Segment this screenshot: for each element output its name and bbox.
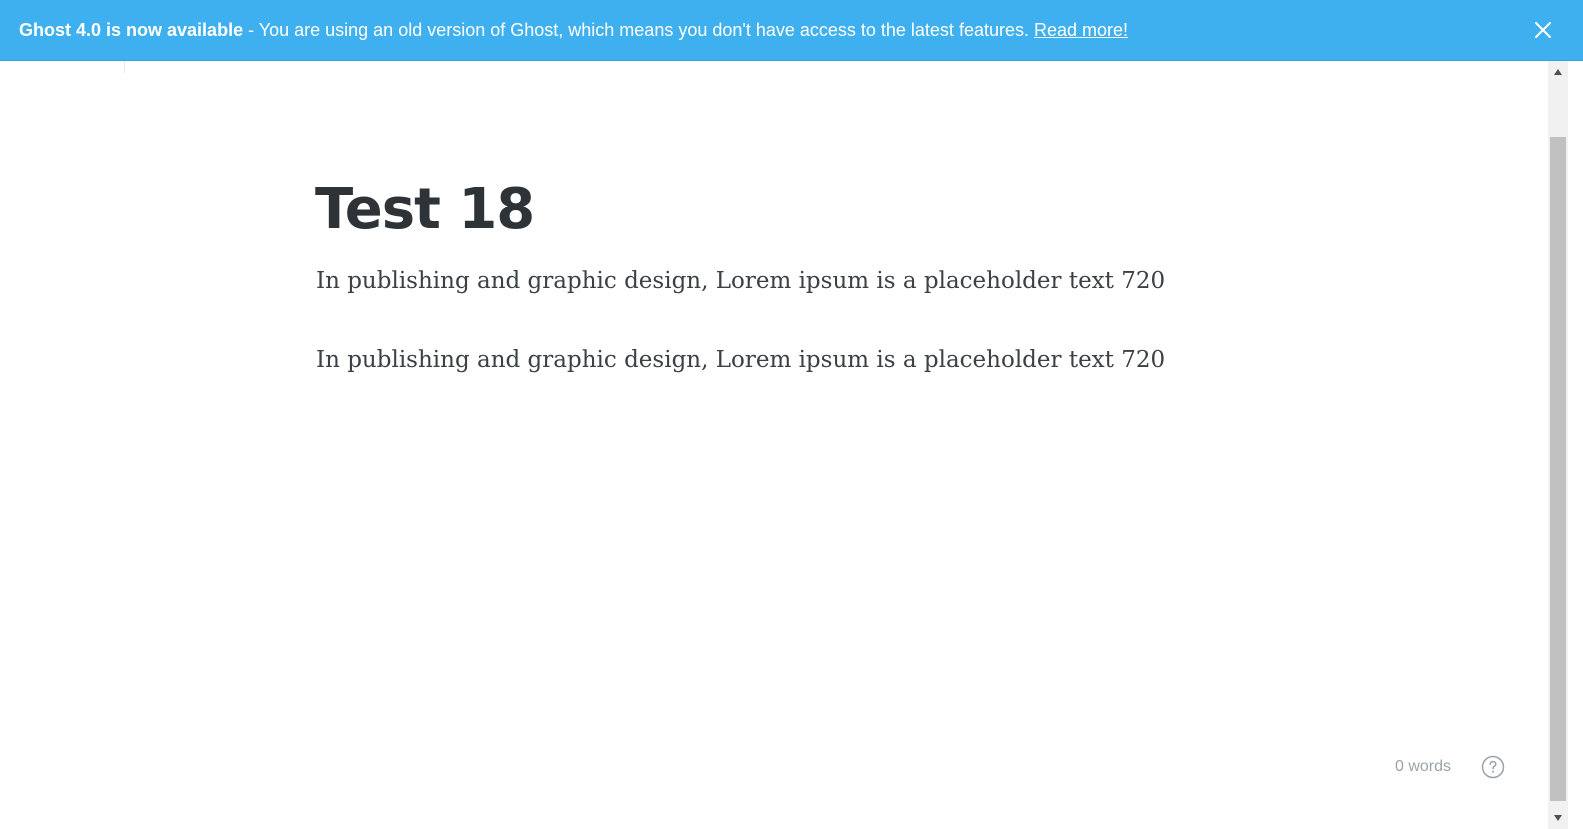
post-paragraph[interactable]: In publishing and graphic design, Lorem … — [316, 347, 1165, 373]
close-banner-button[interactable] — [1533, 20, 1553, 40]
question-mark-icon — [1481, 755, 1505, 779]
read-more-link[interactable]: Read more! — [1034, 20, 1128, 41]
post-title[interactable]: Test 18 — [315, 177, 535, 242]
window-edge — [1568, 61, 1583, 829]
banner-message: - You are using an old version of Ghost,… — [243, 19, 1029, 40]
post-paragraph[interactable]: In publishing and graphic design, Lorem … — [316, 268, 1165, 294]
banner-headline: Ghost 4.0 is now available — [19, 19, 244, 40]
post-editor: Test 18 In publishing and graphic design… — [0, 61, 1548, 829]
header-divider — [124, 61, 125, 73]
scroll-up-button[interactable] — [1548, 63, 1568, 81]
scroll-thumb[interactable] — [1550, 137, 1566, 801]
vertical-scrollbar[interactable] — [1548, 61, 1568, 829]
word-count: 0 words — [1395, 758, 1452, 775]
triangle-up-icon — [1554, 69, 1562, 75]
update-banner: Ghost 4.0 is now available - You are usi… — [0, 0, 1583, 61]
scroll-down-button[interactable] — [1548, 809, 1568, 827]
close-icon — [1535, 22, 1551, 38]
help-button[interactable] — [1481, 755, 1505, 779]
triangle-down-icon — [1554, 815, 1562, 821]
